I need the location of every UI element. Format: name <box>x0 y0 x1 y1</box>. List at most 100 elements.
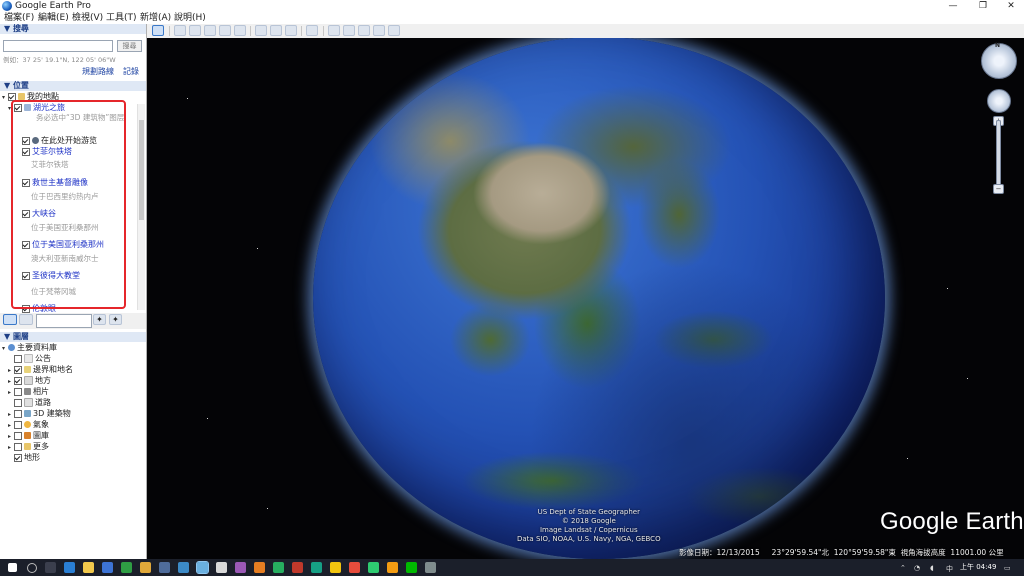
places-toolbar: ✦ ✦ <box>0 313 146 329</box>
polygon-icon[interactable] <box>189 25 201 36</box>
layer-label: 3D 建築物 <box>33 409 71 418</box>
close-button[interactable]: ✕ <box>998 0 1024 12</box>
places-panel-header[interactable]: ▼ 位置 <box>0 81 146 91</box>
app-icon[interactable] <box>292 562 303 573</box>
menu-view[interactable]: 檢視(V) <box>72 12 103 24</box>
earth-globe[interactable] <box>313 38 885 559</box>
maximize-button[interactable]: ❐ <box>970 0 996 12</box>
app-icon[interactable] <box>140 562 151 573</box>
checkbox[interactable] <box>14 442 22 451</box>
history-link[interactable]: 記錄 <box>123 66 139 77</box>
record-tour-icon[interactable] <box>234 25 246 36</box>
path-icon[interactable] <box>204 25 216 36</box>
layer-item[interactable]: ▸ 圖庫 <box>8 431 49 441</box>
checkbox[interactable] <box>14 420 22 429</box>
search-input[interactable] <box>3 40 113 52</box>
app-icon[interactable] <box>349 562 360 573</box>
app-icon[interactable] <box>254 562 265 573</box>
checkbox[interactable] <box>14 398 22 407</box>
layer-item[interactable]: 公告 <box>8 354 51 364</box>
layer-item[interactable]: ▸ 3D 建築物 <box>8 409 71 419</box>
search-button[interactable]: 搜尋 <box>117 40 142 52</box>
checkbox[interactable] <box>14 409 22 418</box>
imagery-date-label: 影像日期： <box>679 548 717 557</box>
globe-icon[interactable] <box>388 25 400 36</box>
window-title: Google Earth Pro <box>15 1 91 11</box>
app-icon[interactable] <box>387 562 398 573</box>
layers-panel-header[interactable]: ▼ 圖層 <box>0 332 146 342</box>
volume-icon[interactable]: ◖ <box>930 564 934 572</box>
ruler-icon[interactable] <box>306 25 318 36</box>
app-icon[interactable] <box>121 562 132 573</box>
start-icon[interactable] <box>8 563 17 572</box>
sidebar-toggle-icon[interactable] <box>152 25 164 36</box>
earth-3d-view[interactable]: US Dept of State Geographer © 2018 Googl… <box>147 38 1024 559</box>
checkbox[interactable] <box>14 453 22 462</box>
print-icon[interactable] <box>343 25 355 36</box>
placemark-icon[interactable] <box>174 25 186 36</box>
zoom-out-button[interactable]: − <box>993 184 1004 194</box>
scroll-thumb[interactable] <box>139 120 144 220</box>
network-icon[interactable]: ◔ <box>914 564 920 572</box>
app-icon[interactable] <box>425 562 436 573</box>
imagery-date: 12/13/2015 <box>716 548 760 557</box>
checkbox[interactable] <box>14 387 22 396</box>
move-up-icon[interactable]: ✦ <box>93 314 106 325</box>
store-icon[interactable] <box>102 562 113 573</box>
expand-icon[interactable]: ▾ <box>2 344 8 354</box>
layer-root[interactable]: ▾ 主要資料庫 <box>2 343 57 353</box>
search-panel-header[interactable]: ▼ 搜尋 <box>0 24 146 34</box>
panel-toggle-icon[interactable] <box>19 314 33 325</box>
move-down-icon[interactable]: ✦ <box>109 314 122 325</box>
task-view-icon[interactable] <box>45 562 56 573</box>
move-joystick-icon[interactable] <box>987 89 1011 113</box>
historical-imagery-icon[interactable] <box>255 25 267 36</box>
checkbox[interactable] <box>14 365 22 374</box>
sun-icon[interactable] <box>270 25 282 36</box>
app-icon[interactable] <box>311 562 322 573</box>
save-image-icon[interactable] <box>358 25 370 36</box>
layer-item[interactable]: ▸ 邊界和地名 <box>8 365 73 375</box>
view-in-maps-icon[interactable] <box>373 25 385 36</box>
layer-item[interactable]: ▸ 氣象 <box>8 420 49 430</box>
app-icon[interactable] <box>159 562 170 573</box>
image-overlay-icon[interactable] <box>219 25 231 36</box>
line-icon[interactable] <box>406 562 417 573</box>
layer-root-label: 主要資料庫 <box>17 343 57 352</box>
menu-add[interactable]: 新增(A) <box>140 12 171 24</box>
app-icon[interactable] <box>216 562 227 573</box>
places-scrollbar[interactable] <box>137 104 145 310</box>
checkbox[interactable] <box>14 376 22 385</box>
email-icon[interactable] <box>328 25 340 36</box>
app-icon[interactable] <box>330 562 341 573</box>
planets-icon[interactable] <box>285 25 297 36</box>
tray-chevron-icon[interactable]: ⌃ <box>900 564 906 572</box>
layer-item[interactable]: ▸ 更多 <box>8 442 49 452</box>
checkbox[interactable] <box>14 354 22 363</box>
menu-help[interactable]: 說明(H) <box>174 12 206 24</box>
layer-item[interactable]: ▸ 地方 <box>8 376 51 386</box>
minimize-button[interactable]: — <box>940 0 966 12</box>
menu-tools[interactable]: 工具(T) <box>106 12 137 24</box>
zoom-slider[interactable] <box>996 120 1001 194</box>
google-earth-taskbar-icon[interactable] <box>196 561 209 574</box>
menu-edit[interactable]: 編輯(E) <box>38 12 69 24</box>
app-icon[interactable] <box>368 562 379 573</box>
ime-icon[interactable]: 中 <box>946 564 953 574</box>
search-places-icon[interactable] <box>3 314 17 325</box>
explorer-icon[interactable] <box>83 562 94 573</box>
layer-item[interactable]: 道路 <box>8 398 51 408</box>
places-filter-input[interactable] <box>36 314 92 328</box>
get-directions-link[interactable]: 規劃路線 <box>82 66 114 77</box>
app-icon[interactable] <box>178 562 189 573</box>
edge-icon[interactable] <box>64 562 75 573</box>
search-icon[interactable] <box>27 563 37 573</box>
app-icon[interactable] <box>273 562 284 573</box>
notification-icon[interactable]: ▭ <box>1004 564 1011 572</box>
app-icon[interactable] <box>235 562 246 573</box>
clock[interactable]: 上午 04:49 <box>960 562 996 572</box>
layer-item[interactable]: ▸ 相片 <box>8 387 49 397</box>
menu-file[interactable]: 檔案(F) <box>4 12 34 24</box>
checkbox[interactable] <box>14 431 22 440</box>
layer-item[interactable]: 地形 <box>8 453 40 463</box>
